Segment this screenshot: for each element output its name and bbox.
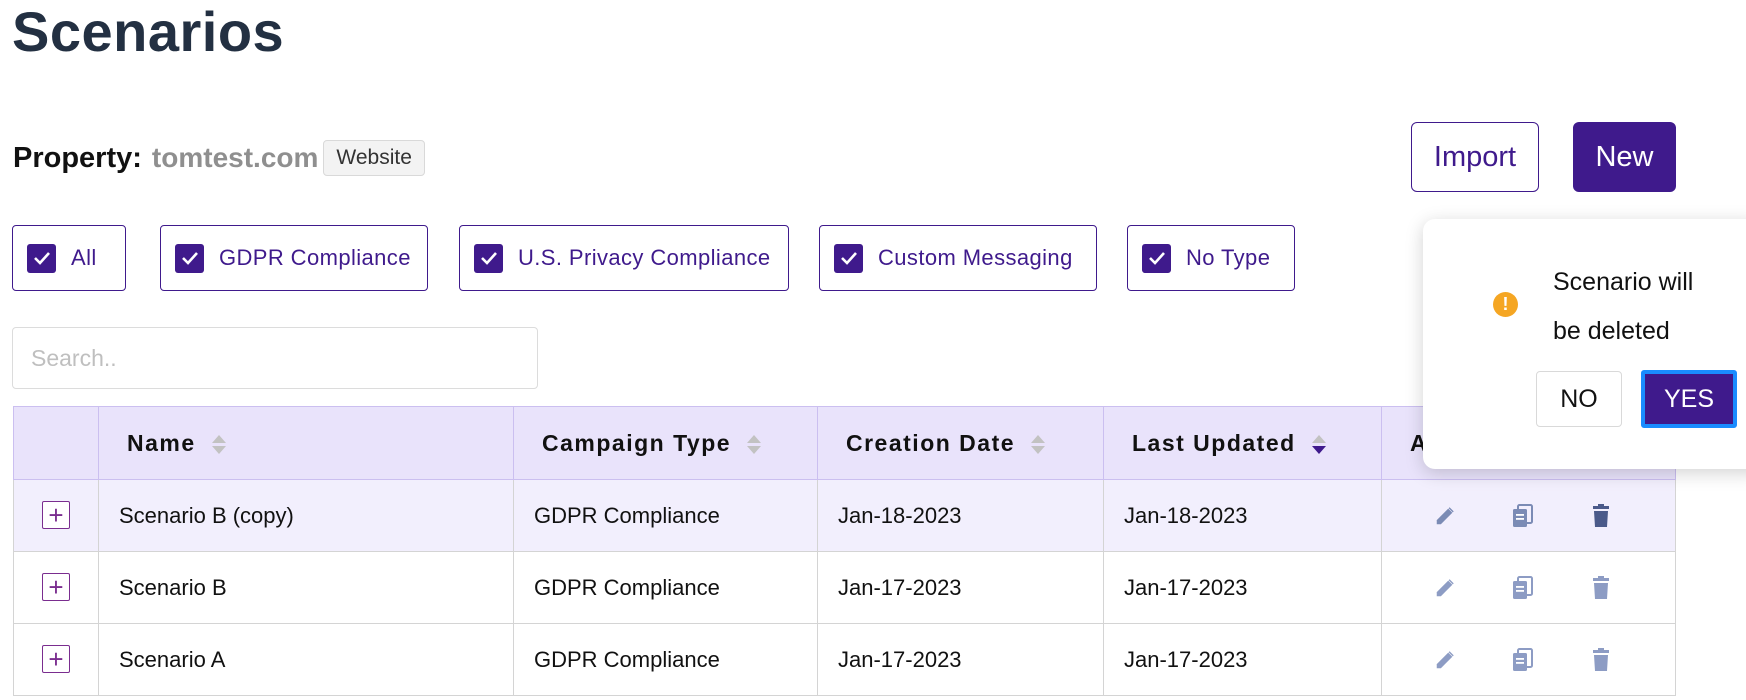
cell-campaign-type: GDPR Compliance xyxy=(513,479,818,552)
checkbox-checked-icon[interactable] xyxy=(27,243,56,273)
copy-icon[interactable] xyxy=(1508,645,1538,675)
checkbox-checked-icon[interactable] xyxy=(834,243,863,273)
edit-pencil-icon[interactable] xyxy=(1430,501,1460,531)
cell-actions xyxy=(1381,479,1676,552)
cell-name: Scenario B xyxy=(98,551,514,624)
table-row: + Scenario A GDPR Compliance Jan-17-2023… xyxy=(13,623,1676,696)
edit-pencil-icon[interactable] xyxy=(1430,573,1460,603)
no-button[interactable]: NO xyxy=(1536,371,1622,427)
cell-last-updated: Jan-17-2023 xyxy=(1103,623,1382,696)
popover-message: Scenario will be deleted xyxy=(1553,268,1694,345)
table-row: + Scenario B (copy) GDPR Compliance Jan-… xyxy=(13,479,1676,552)
cell-creation-date: Jan-18-2023 xyxy=(817,479,1104,552)
yes-button[interactable]: YES xyxy=(1641,370,1737,428)
expand-plus-icon[interactable]: + xyxy=(42,501,70,529)
cell-name: Scenario A xyxy=(98,623,514,696)
cell-actions xyxy=(1381,623,1676,696)
cell-last-updated: Jan-18-2023 xyxy=(1103,479,1382,552)
filter-label: No Type xyxy=(1186,245,1271,270)
checkbox-checked-icon[interactable] xyxy=(474,243,503,273)
edit-pencil-icon[interactable] xyxy=(1430,645,1460,675)
cell-last-updated: Jan-17-2023 xyxy=(1103,551,1382,624)
property-type-badge: Website xyxy=(323,140,425,176)
exclamation-circle-icon: ! xyxy=(1493,292,1518,317)
property-row: Property: tomtest.com Website xyxy=(13,138,425,178)
search-input[interactable] xyxy=(12,327,538,389)
cell-creation-date: Jan-17-2023 xyxy=(817,551,1104,624)
import-button[interactable]: Import xyxy=(1411,122,1539,192)
sort-icon[interactable] xyxy=(211,434,226,454)
filter-label: Custom Messaging xyxy=(878,245,1073,270)
table-row: + Scenario B GDPR Compliance Jan-17-2023… xyxy=(13,551,1676,624)
header-name-label: Name xyxy=(127,429,196,456)
sort-icon[interactable] xyxy=(746,434,761,454)
filter-no-type[interactable]: No Type xyxy=(1127,225,1295,291)
expand-plus-icon[interactable]: + xyxy=(42,645,70,673)
filter-label: U.S. Privacy Compliance xyxy=(518,245,771,270)
sort-icon[interactable] xyxy=(1030,434,1045,454)
checkbox-checked-icon[interactable] xyxy=(1142,243,1171,273)
cell-campaign-type: GDPR Compliance xyxy=(513,551,818,624)
checkbox-checked-icon[interactable] xyxy=(175,243,204,273)
filter-us-privacy-compliance[interactable]: U.S. Privacy Compliance xyxy=(459,225,789,291)
filter-label: GDPR Compliance xyxy=(219,245,411,270)
cell-actions xyxy=(1381,551,1676,624)
filter-all[interactable]: All xyxy=(12,225,126,291)
sort-descending-icon[interactable] xyxy=(1311,434,1326,454)
filter-gdpr-compliance[interactable]: GDPR Compliance xyxy=(160,225,428,291)
header-last-updated-label: Last Updated xyxy=(1132,429,1296,456)
delete-confirm-popover: ! Scenario will be deleted NO YES xyxy=(1423,219,1746,469)
copy-icon[interactable] xyxy=(1508,573,1538,603)
header-creation-date-label: Creation Date xyxy=(846,429,1016,456)
cell-campaign-type: GDPR Compliance xyxy=(513,623,818,696)
trash-icon[interactable] xyxy=(1586,501,1616,531)
header-expand xyxy=(13,406,99,480)
filter-label: All xyxy=(71,245,97,270)
filter-custom-messaging[interactable]: Custom Messaging xyxy=(819,225,1097,291)
header-last-updated[interactable]: Last Updated xyxy=(1103,406,1382,480)
page-title: Scenarios xyxy=(12,0,285,63)
header-name[interactable]: Name xyxy=(98,406,514,480)
header-creation-date[interactable]: Creation Date xyxy=(817,406,1104,480)
cell-name: Scenario B (copy) xyxy=(98,479,514,552)
expand-cell: + xyxy=(13,623,99,696)
expand-plus-icon[interactable]: + xyxy=(42,573,70,601)
trash-icon[interactable] xyxy=(1586,645,1616,675)
header-campaign-type[interactable]: Campaign Type xyxy=(513,406,818,480)
property-label: Property: xyxy=(13,141,142,174)
expand-cell: + xyxy=(13,551,99,624)
cell-creation-date: Jan-17-2023 xyxy=(817,623,1104,696)
new-button[interactable]: New xyxy=(1573,122,1676,192)
trash-icon[interactable] xyxy=(1586,573,1616,603)
copy-icon[interactable] xyxy=(1508,501,1538,531)
expand-cell: + xyxy=(13,479,99,552)
header-campaign-type-label: Campaign Type xyxy=(542,429,732,456)
property-value: tomtest.com xyxy=(151,142,319,173)
